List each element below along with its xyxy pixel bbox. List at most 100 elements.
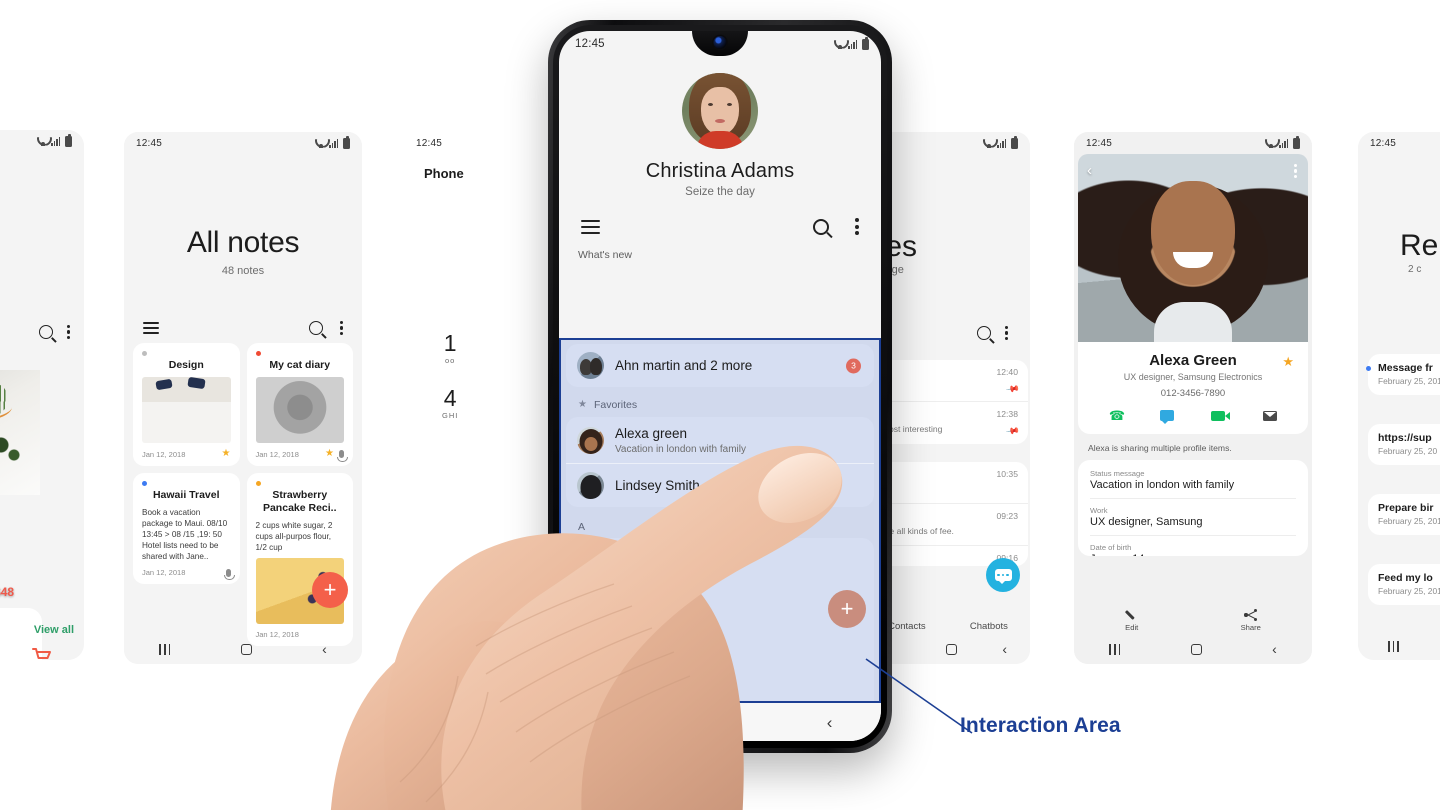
search-icon[interactable] xyxy=(976,326,991,340)
wifi-icon xyxy=(37,137,48,146)
more-vertical-icon[interactable] xyxy=(855,218,859,235)
reminder-item[interactable]: Feed my lo February 25, 201 xyxy=(1368,564,1440,605)
contact-id-card: Alexa Green ★ UX designer, Samsung Elect… xyxy=(1078,342,1308,434)
email-icon[interactable] xyxy=(1263,410,1278,421)
search-icon[interactable] xyxy=(308,321,323,335)
more-vertical-icon[interactable] xyxy=(1293,164,1297,178)
more-vertical-icon[interactable] xyxy=(66,325,70,339)
cart-icon xyxy=(32,648,51,659)
signal-icon xyxy=(848,39,859,49)
phone-notes-screen: 12:45 All notes 48 notes Design Jan 12, … xyxy=(124,132,362,664)
contact-field[interactable]: Status message Vacation in london with f… xyxy=(1090,462,1296,499)
phone-dialer-screen: 12:45 Phone 1 oo 4 GHI xyxy=(404,132,560,644)
contact-field[interactable]: Work UX designer, Samsung xyxy=(1090,499,1296,536)
dialpad-key[interactable]: 1 oo xyxy=(442,330,458,366)
back-icon[interactable]: ‹ xyxy=(1002,642,1007,656)
hamburger-icon[interactable] xyxy=(143,322,159,334)
avatar[interactable] xyxy=(682,73,758,149)
contacts-interaction-region[interactable]: Ahn martin and 2 more 3 ★ Favorites Alex… xyxy=(559,338,881,721)
whats-new-label: What's new xyxy=(578,249,632,261)
view-all-link[interactable]: View all xyxy=(34,624,74,636)
food-toolbar[interactable] xyxy=(38,325,70,339)
reminder-item[interactable]: Prepare bir February 25, 201 xyxy=(1368,494,1440,535)
add-note-fab[interactable]: + xyxy=(312,572,348,608)
status-time: 12:45 xyxy=(1086,137,1113,149)
battery-icon xyxy=(1293,135,1300,149)
home-icon[interactable] xyxy=(715,715,730,729)
dialpad-number: 1 xyxy=(443,330,457,356)
reminder-item[interactable]: Message fr February 25, 201 xyxy=(1366,354,1440,395)
reminder-date: February 25, 201 xyxy=(1378,376,1440,386)
avatar xyxy=(577,426,604,454)
field-label: Date of birth xyxy=(1090,543,1132,552)
favorite-star-icon[interactable]: ★ xyxy=(1282,354,1294,370)
new-message-fab[interactable] xyxy=(986,558,1020,592)
note-title: Design xyxy=(168,359,204,371)
recents-icon[interactable] xyxy=(1388,641,1399,652)
call-icon[interactable]: ☎ xyxy=(1109,409,1125,422)
dialpad-letters: GHI xyxy=(442,411,459,420)
back-icon[interactable]: ‹ xyxy=(1087,163,1092,178)
notes-column-left: Design Jan 12, 2018 ★ Hawaii Travel Book… xyxy=(133,343,240,646)
list-item[interactable]: Agatha xyxy=(566,538,874,581)
status-bar-reminders: 12:45 xyxy=(1358,132,1440,154)
hamburger-icon[interactable] xyxy=(581,219,600,234)
more-vertical-icon[interactable] xyxy=(1004,326,1008,340)
list-item[interactable]: Alexa green Vacation in london with fami… xyxy=(566,417,874,463)
home-icon[interactable] xyxy=(945,643,957,655)
edit-button[interactable]: Edit xyxy=(1125,609,1138,632)
recents-icon[interactable] xyxy=(159,643,171,655)
shopping-shortcut[interactable]: Shopping xyxy=(20,648,64,660)
contact-field[interactable]: Date of birth January 14 xyxy=(1090,536,1296,556)
reminder-item[interactable]: https://sup February 25, 20 xyxy=(1368,424,1440,465)
phone-reminders-screen: 12:45 Re 2 c Message fr February 25, 201… xyxy=(1358,132,1440,660)
hero-phone-device: 12:45 Christina Adams Seize the day What… xyxy=(548,20,892,753)
video-call-icon[interactable] xyxy=(1211,410,1231,421)
home-icon[interactable] xyxy=(1190,643,1202,655)
front-camera xyxy=(713,36,727,49)
back-icon[interactable]: ‹ xyxy=(1272,642,1277,656)
more-vertical-icon[interactable] xyxy=(339,321,343,335)
reminder-date: February 25, 201 xyxy=(1378,516,1440,526)
note-card[interactable]: Strawberry Pancake Reci.. 2 cups white s… xyxy=(246,473,353,646)
contact-name: Alexa green xyxy=(615,426,688,441)
thread-time: 09:23 xyxy=(996,511,1018,521)
note-card[interactable]: Hawaii Travel Book a vacation package to… xyxy=(133,473,240,584)
contact-phone-number: 012-3456-7890 xyxy=(1160,388,1226,399)
tab-contacts[interactable]: Contacts xyxy=(888,621,926,632)
note-card[interactable]: Design Jan 12, 2018 ★ xyxy=(133,343,240,466)
callout-leader-line xyxy=(865,658,973,734)
back-icon[interactable]: ‹ xyxy=(827,714,833,731)
back-icon[interactable]: ‹ xyxy=(322,642,327,656)
user-profile-header: Christina Adams Seize the day xyxy=(559,57,881,198)
contact-status: Vacation in london with family xyxy=(615,444,746,455)
home-icon[interactable] xyxy=(240,643,252,655)
search-icon[interactable] xyxy=(38,325,53,339)
pin-icon: 📌 xyxy=(1005,381,1021,397)
status-time: 12:45 xyxy=(1370,137,1397,149)
note-card[interactable]: My cat diary Jan 12, 2018 ★ xyxy=(246,343,353,466)
message-icon[interactable] xyxy=(1159,410,1174,424)
add-contact-fab[interactable]: + xyxy=(828,590,866,628)
note-body: 2 cups white sugar, 2 cups all-purpos fl… xyxy=(255,521,333,552)
list-item[interactable]: Lindsey Smith xyxy=(566,463,874,507)
search-icon[interactable] xyxy=(813,218,829,235)
recents-icon[interactable] xyxy=(1109,643,1121,655)
phone-food-app: le $80$48 View all Shopping y es cts xyxy=(0,130,84,660)
list-item[interactable] xyxy=(566,619,874,657)
list-item[interactable]: Ahn martin and 2 more 3 xyxy=(566,344,874,387)
food-photo xyxy=(0,370,40,495)
android-nav-bar: ‹ xyxy=(124,634,362,664)
reminder-text: Feed my lo xyxy=(1378,572,1433,584)
dialpad-key[interactable]: 4 GHI xyxy=(442,387,459,421)
whats-new-card[interactable]: Ahn martin and 2 more 3 xyxy=(566,344,874,387)
signal-icon xyxy=(997,138,1008,148)
chat-bubble-icon xyxy=(994,569,1012,584)
list-item[interactable] xyxy=(566,669,874,707)
status-icons xyxy=(834,36,869,50)
share-button[interactable]: Share xyxy=(1241,609,1261,632)
face-shape xyxy=(1151,180,1235,285)
notes-header: All notes 48 notes xyxy=(124,154,362,277)
note-title: My cat diary xyxy=(269,359,331,371)
tab-chatbots[interactable]: Chatbots xyxy=(970,621,1008,632)
